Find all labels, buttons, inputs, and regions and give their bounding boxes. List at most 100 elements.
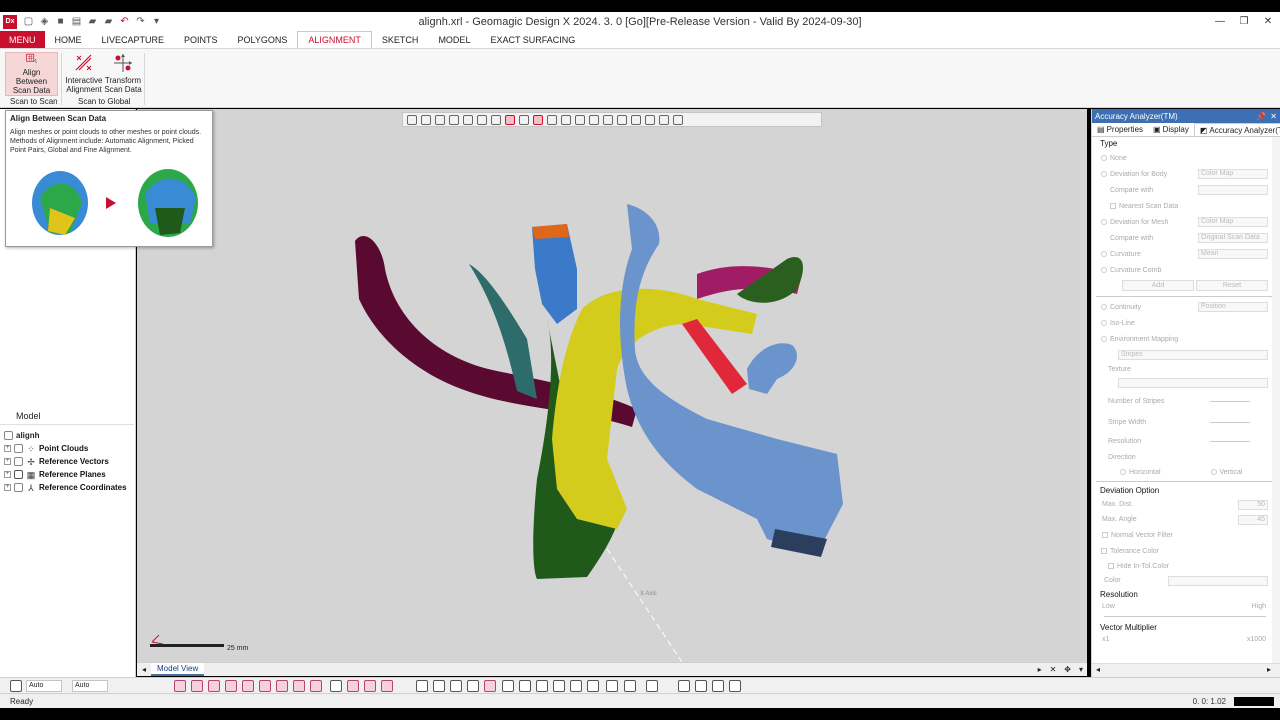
scan-part-blue-block[interactable] [532,224,577,324]
expand-icon[interactable]: + [4,471,11,478]
option-deviation-body[interactable]: Deviation for Body Color Map [1092,166,1280,182]
paint-icon[interactable] [589,114,599,125]
tab-display[interactable]: ▣ Display [1148,123,1194,136]
tolerance-color-row[interactable]: Tolerance Color [1092,543,1280,559]
tab-sketch[interactable]: SKETCH [372,31,429,48]
checkbox-icon[interactable] [1108,563,1114,569]
option-iso-line[interactable]: Iso-Line [1092,315,1280,331]
app-logo[interactable]: Dx [3,14,17,29]
zoom-icon[interactable] [631,114,641,125]
circle-select-icon[interactable] [547,114,557,125]
expand-icon[interactable]: + [4,458,11,465]
number-of-stripes-slider[interactable] [1210,401,1250,402]
zoom-fit-icon[interactable] [416,680,428,692]
new-file-icon[interactable]: ▢ [23,16,34,27]
section-icon[interactable] [624,680,636,692]
rotate-icon[interactable] [467,680,479,692]
tree-item-reference-vectors[interactable]: + ✢ Reference Vectors [0,455,134,468]
filter-icon[interactable] [617,114,627,125]
tab-points[interactable]: POINTS [174,31,228,48]
view-top-icon[interactable] [477,114,487,125]
normal-vector-filter-row[interactable]: Normal Vector Filter [1092,527,1280,543]
save-folder-icon[interactable]: ▰ [103,16,114,27]
import-icon[interactable]: ▤ [71,16,82,27]
deviation-body-select[interactable]: Color Map [1198,169,1268,179]
radio-icon[interactable] [1101,336,1107,342]
option-curvature-comb[interactable]: Curvature Comb [1092,262,1280,278]
select-sketch-icon[interactable] [259,680,271,692]
lasso-icon[interactable] [575,114,585,125]
curvature-select[interactable]: Mean [1198,249,1268,259]
radio-icon[interactable] [1101,219,1107,225]
visibility-icon[interactable] [14,457,23,466]
add-button[interactable]: Add [1122,280,1194,291]
view-left-cube-icon[interactable] [536,680,548,692]
checkbox-icon[interactable] [1101,548,1107,554]
color-picker[interactable] [1168,575,1268,586]
radio-icon[interactable] [1101,171,1107,177]
close-icon[interactable]: ✕ [1256,12,1280,31]
open-recent-icon[interactable]: ◈ [39,16,50,27]
tab-properties[interactable]: ▤ Properties [1092,123,1148,136]
qat-dropdown-icon[interactable]: ▾ [151,16,162,27]
radio-icon[interactable] [1101,155,1107,161]
magnet-icon[interactable] [645,114,655,125]
tab-move-icon[interactable]: ✥ [1060,665,1075,674]
reset-button[interactable]: Reset [1196,280,1268,291]
view-plane-icon[interactable] [435,114,445,125]
pin-icon[interactable]: 📌 [1256,112,1266,121]
open-folder-icon[interactable]: ▰ [87,16,98,27]
tab-model-view[interactable]: Model View [151,663,205,676]
redo-icon[interactable]: ↷ [135,16,146,27]
select-vector-icon[interactable] [347,680,359,692]
selection-target-select[interactable]: Auto [72,680,108,692]
tab-scroll-left-icon[interactable]: ◂ [137,665,151,674]
align-between-scan-data-button[interactable]: Align Between Scan Data [5,52,58,96]
resolution-range-slider[interactable] [1104,615,1266,617]
resolution-slider-row[interactable] [1092,611,1280,621]
radio-icon[interactable] [1101,267,1107,273]
deviation-mesh-select[interactable]: Color Map [1198,217,1268,227]
target-view-icon[interactable] [484,680,496,692]
compare-with-mesh-select[interactable]: Original Scan Data [1198,233,1268,243]
view-top-cube-icon[interactable] [570,680,582,692]
continuity-select[interactable]: Position [1198,302,1268,312]
select-body-icon[interactable] [242,680,254,692]
panel-scrollbar[interactable] [1272,137,1280,663]
save-icon[interactable]: ■ [55,16,66,27]
expand-icon[interactable]: + [4,445,11,452]
option-deviation-mesh[interactable]: Deviation for Mesh Color Map [1092,214,1280,230]
tree-item-reference-coordinates[interactable]: + ⅄ Reference Coordinates [0,481,134,494]
stripe-width-slider[interactable] [1210,421,1250,423]
resolution-slider[interactable] [1210,440,1250,442]
select-coordinate-icon[interactable] [364,680,376,692]
restore-icon[interactable]: ❐ [1232,12,1256,31]
ruler-icon[interactable] [678,680,690,692]
zoom-region-icon[interactable] [433,680,445,692]
print-icon[interactable] [729,680,741,692]
select-point-icon[interactable] [174,680,186,692]
visibility-icon[interactable] [14,444,23,453]
target-icon[interactable] [561,114,571,125]
selection-mode-icon[interactable] [10,680,22,692]
select-all-icon[interactable] [381,680,393,692]
select-mesh-icon[interactable] [191,680,203,692]
highlight-icon[interactable] [659,114,669,125]
tab-dropdown-icon[interactable]: ▾ [1075,665,1087,674]
select-plane-icon[interactable] [330,680,342,692]
tab-close-icon[interactable]: ✕ [1046,665,1061,674]
model-viewport[interactable]: 25 mm X Axis [137,109,1087,662]
deviation-icon[interactable] [695,680,707,692]
view-shape-icon[interactable] [407,114,417,125]
compare-with-body-select[interactable] [1198,185,1268,195]
view-grid-icon[interactable] [587,680,599,692]
tab-alignment[interactable]: ALIGNMENT [297,31,372,48]
view-box-icon[interactable] [421,114,431,125]
visibility-icon[interactable] [14,483,23,492]
hide-in-tol-row[interactable]: Hide In-Tol.Color [1092,559,1280,573]
measure-icon[interactable] [606,680,618,692]
clipping-icon[interactable] [646,680,658,692]
select-face-icon[interactable] [208,680,220,692]
select-curve-icon[interactable] [276,680,288,692]
radio-icon[interactable] [1210,469,1217,475]
